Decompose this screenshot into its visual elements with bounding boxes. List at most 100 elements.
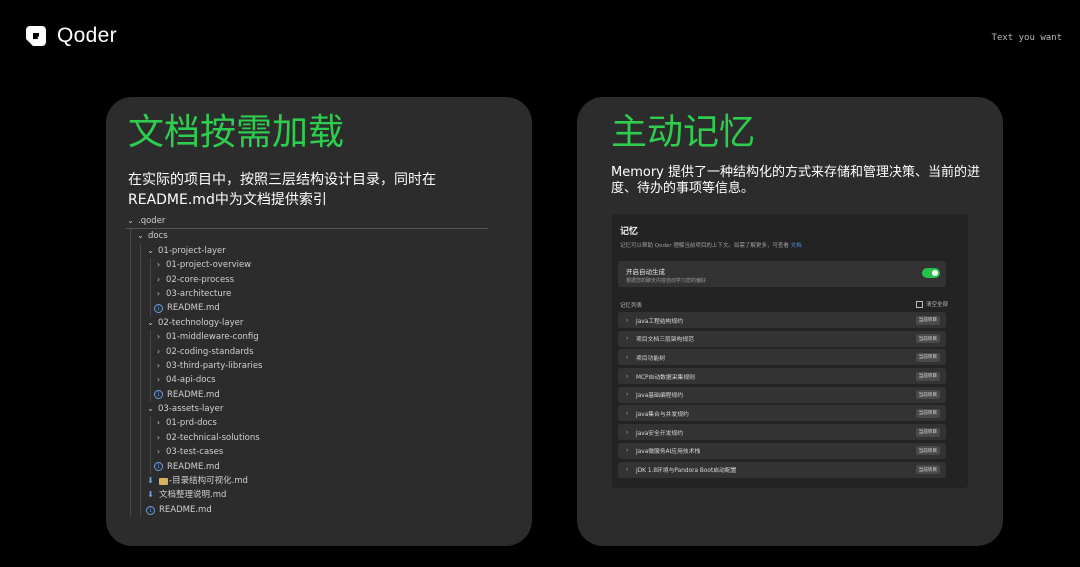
memory-item[interactable]: › Java微服务AI应用技术栈 当前项目	[618, 442, 946, 459]
tree-row[interactable]: › 01-project-overview	[126, 258, 488, 273]
chevron-down-icon[interactable]: ⌄	[146, 316, 155, 330]
tree-row[interactable]: i README.md	[126, 459, 488, 475]
indent-guide	[130, 229, 131, 244]
memory-panel-subtitle: 记忆可以帮助 Qoder 理解当前项目的上下文。如需了解更多，可查看 文档	[620, 241, 802, 249]
tree-row[interactable]: ⌄ 01-project-layer	[126, 243, 488, 259]
tree-row[interactable]: › 04-api-docs	[126, 373, 488, 388]
chevron-right-icon[interactable]: ›	[626, 317, 634, 324]
chevron-right-icon[interactable]: ›	[626, 354, 634, 361]
indent-guide	[150, 387, 151, 403]
tree-row[interactable]: i README.md	[126, 502, 488, 518]
chevron-right-icon[interactable]: ›	[626, 335, 634, 342]
tree-row-label: docs	[148, 231, 168, 242]
chevron-right-icon[interactable]: ›	[626, 410, 634, 417]
tree-row[interactable]: › 03-test-cases	[126, 445, 488, 460]
qoder-logo-icon	[26, 26, 46, 46]
memory-item[interactable]: › 项目功能树 当前项目	[618, 349, 946, 366]
tree-row[interactable]: i README.md	[126, 387, 488, 403]
chevron-right-icon[interactable]: ›	[154, 273, 163, 287]
tree-row-label: 03-assets-layer	[158, 404, 224, 415]
indent-guide	[130, 459, 131, 475]
trash-icon	[915, 300, 923, 308]
auto-generate-label: 开启自动生成	[626, 268, 665, 276]
tree-row[interactable]: ⌄ docs	[126, 229, 488, 244]
indent-guide	[140, 488, 141, 503]
indent-guide	[130, 315, 131, 331]
memory-item-label: Java安全开发规约	[636, 430, 684, 437]
chevron-down-icon[interactable]: ⌄	[146, 244, 155, 258]
indent-guide	[150, 344, 151, 359]
indent-guide	[130, 488, 131, 503]
chevron-right-icon[interactable]: ›	[626, 447, 634, 454]
chevron-right-icon[interactable]: ›	[154, 416, 163, 430]
tree-row-label: 03-architecture	[166, 288, 232, 299]
scope-badge: 当前项目	[915, 390, 940, 400]
indent-guide	[150, 301, 151, 316]
active-memory-card: 主动记忆 Memory 提供了一种结构化的方式来存储和管理决策、当前的进度、待办…	[577, 97, 1003, 546]
tree-row-label: 01-prd-docs	[166, 418, 217, 429]
memory-item[interactable]: › MCP自动数据采集规则 当前项目	[618, 368, 946, 385]
indent-guide	[130, 272, 131, 287]
memory-item[interactable]: › Java集合与并发规约 当前项目	[618, 405, 946, 422]
indent-guide	[140, 430, 141, 446]
auto-generate-toggle[interactable]	[922, 268, 940, 278]
memory-item[interactable]: › 项目文档三层架构规范 当前项目	[618, 330, 946, 347]
chevron-right-icon[interactable]: ›	[154, 330, 163, 344]
tree-row[interactable]: ⬇ 文档整理说明.md	[126, 488, 488, 503]
tree-row-label: 04-api-docs	[166, 375, 216, 386]
tree-row[interactable]: ⌄ .qoder	[126, 214, 488, 230]
memory-item[interactable]: › JDK 1.8环境与Pandora Boot启动配置 当前项目	[618, 461, 946, 478]
info-icon: i	[154, 304, 163, 314]
memory-item[interactable]: › Java工程结构规约 当前项目	[618, 312, 946, 328]
clear-all-button[interactable]: 清空全部	[915, 300, 948, 308]
tree-row[interactable]: ⌄ 03-assets-layer	[126, 402, 488, 417]
chevron-right-icon[interactable]: ›	[626, 429, 634, 436]
tree-row[interactable]: ⌄ 02-technology-layer	[126, 315, 488, 331]
tree-row-label: 02-technology-layer	[158, 317, 244, 328]
chevron-right-icon[interactable]: ›	[154, 345, 163, 359]
memory-item-label: Java工程结构规约	[636, 318, 684, 325]
memory-list: › Java工程结构规约 当前项目 › 项目文档三层架构规范 当前项目 › 项目功能树 当前项目…	[618, 312, 946, 480]
info-icon: i	[154, 462, 163, 472]
indent-guide	[140, 358, 141, 374]
chevron-down-icon[interactable]: ⌄	[146, 402, 155, 416]
indent-guide	[140, 416, 141, 431]
indent-guide	[150, 416, 151, 431]
indent-guide	[150, 430, 151, 446]
chevron-right-icon[interactable]: ›	[154, 431, 163, 445]
memory-item-label: MCP自动数据采集规则	[636, 374, 695, 381]
chevron-right-icon[interactable]: ›	[154, 359, 163, 373]
memory-item[interactable]: › Java安全开发规约 当前项目	[618, 424, 946, 441]
tree-row-label: .qoder	[138, 216, 166, 226]
chevron-down-icon[interactable]: ⌄	[126, 214, 135, 228]
indent-guide	[150, 330, 151, 345]
chevron-right-icon[interactable]: ›	[154, 258, 163, 272]
tree-row[interactable]: › 03-third-party-libraries	[126, 358, 488, 374]
chevron-right-icon[interactable]: ›	[626, 466, 634, 473]
docs-link[interactable]: 文档	[791, 243, 802, 249]
tree-row[interactable]: › 03-architecture	[126, 286, 488, 302]
chevron-right-icon[interactable]: ›	[154, 287, 163, 301]
tree-row[interactable]: › 01-prd-docs	[126, 416, 488, 431]
tree-row[interactable]: › 01-middleware-config	[126, 330, 488, 345]
scope-badge: 当前项目	[915, 427, 940, 437]
auto-generate-setting: 开启自动生成 根据您的聊天内容自动学习您的偏好	[618, 261, 946, 287]
chevron-right-icon[interactable]: ›	[154, 445, 163, 459]
chevron-down-icon[interactable]: ⌄	[136, 229, 145, 243]
tree-row[interactable]: i README.md	[126, 301, 488, 316]
tree-row[interactable]: › 02-core-process	[126, 272, 488, 287]
chevron-right-icon[interactable]: ›	[154, 373, 163, 387]
memory-subtitle-text: 记忆可以帮助 Qoder 理解当前项目的上下文。如需了解更多，可查看	[620, 243, 789, 249]
file-tree: ⌄ .qoder ⌄ docs ⌄ 01-project-layer › 01-project…	[126, 214, 488, 518]
tree-row[interactable]: › 02-coding-standards	[126, 344, 488, 359]
indent-guide	[140, 373, 141, 388]
memory-item-label: 项目文档三层架构规范	[636, 337, 694, 344]
tree-row[interactable]: ⬇ -目录结构可视化.md	[126, 474, 488, 489]
tree-row-label: 03-test-cases	[166, 447, 224, 458]
indent-guide	[130, 330, 131, 345]
chevron-right-icon[interactable]: ›	[626, 391, 634, 398]
memory-item[interactable]: › Java基础编程规约 当前项目	[618, 386, 946, 403]
chevron-right-icon[interactable]: ›	[626, 373, 634, 380]
tree-row[interactable]: › 02-technical-solutions	[126, 430, 488, 446]
scope-badge: 当前项目	[915, 334, 940, 344]
